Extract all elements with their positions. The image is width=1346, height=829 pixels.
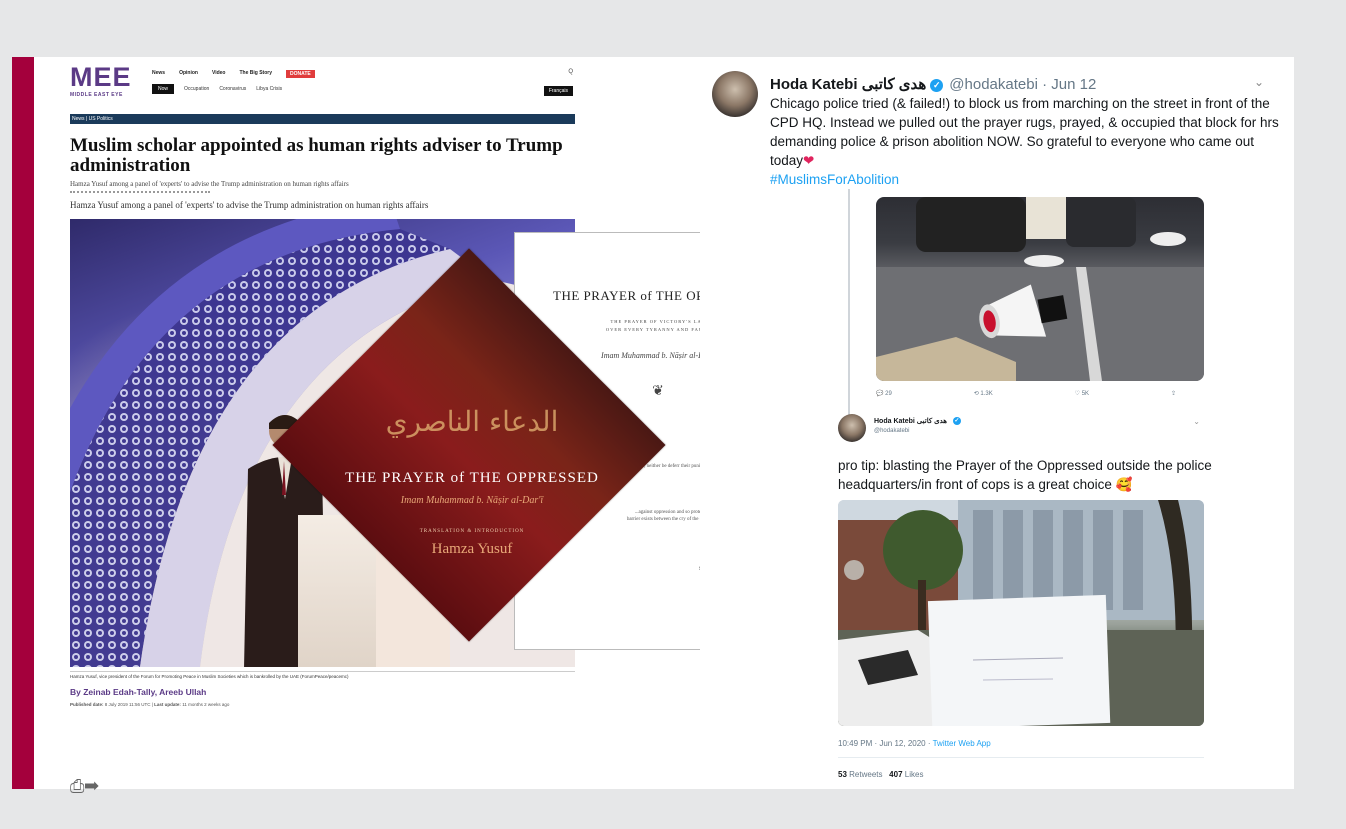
redacted-line (70, 191, 210, 197)
retweet-total[interactable]: 53 (838, 770, 847, 779)
retweet-count: 1.3K (980, 391, 993, 397)
tweet-photo-protest[interactable] (876, 197, 1204, 381)
tweet2-author[interactable]: Hoda Katebi هدى كاتبى ✓ (874, 417, 961, 426)
reply-count: 29 (885, 391, 892, 397)
tweet-time[interactable]: 10:49 PM · Jun 12, 2020 (838, 739, 926, 748)
like-total[interactable]: 407 (889, 770, 902, 779)
published-date: Published date: 8 July 2019 11:56 UTC | … (70, 702, 230, 707)
retweets-label[interactable]: Retweets (849, 770, 882, 779)
nav-news[interactable]: News (152, 70, 165, 78)
retweet-button[interactable]: ⟲ 1.3K (974, 390, 993, 397)
photo-caption: Hamza Yusuf, vice president of the Forum… (70, 671, 575, 679)
like-count: 5K (1081, 391, 1090, 397)
nav-opinion[interactable]: Opinion (179, 70, 198, 78)
tweet-actions: 💬 29 ⟲ 1.3K ♡ 5K ⇪ (876, 390, 1176, 397)
tweet-photo-paper[interactable] (838, 500, 1204, 726)
book-cover-text: الدعاء الناصري THE PRAYER of THE OPPRESS… (322, 375, 622, 575)
heart-emoji: ❤ (803, 153, 815, 168)
search-icon[interactable]: Q (568, 69, 573, 75)
avatar[interactable] (838, 414, 866, 442)
article-subhead: Hamza Yusuf among a panel of 'experts' t… (70, 200, 429, 210)
mee-nav: News Opinion Video The Big Story DONATE (152, 70, 315, 78)
tweet2-text: pro tip: blasting the Prayer of the Oppr… (838, 456, 1218, 494)
tweet-author[interactable]: Hoda Katebi هدى كاتبى ✓ @hodakatebi · Jun … (770, 75, 1096, 93)
divider (838, 757, 1204, 758)
cover-title: THE PRAYER of THE OPPRESSED (345, 470, 599, 486)
street-illustration (838, 500, 1204, 726)
language-button[interactable]: Français (543, 86, 573, 96)
cover-author: Imam Muhammad b. Nāṣir al-Dar'ī (400, 495, 544, 506)
published-label: Published date: (70, 702, 104, 707)
subnav-coronavirus[interactable]: Coronavirus (219, 86, 246, 92)
verified-icon: ✓ (930, 78, 944, 92)
tweet2-body: pro tip: blasting the Prayer of the Oppr… (838, 458, 1212, 492)
subnav-libya[interactable]: Libya Crisis (256, 86, 282, 92)
nav-video[interactable]: Video (212, 70, 226, 78)
like-button[interactable]: ♡ 5K (1075, 390, 1089, 397)
share-icon[interactable]: ⎙➡ (70, 776, 99, 797)
mee-subnav: Now Occupation Coronavirus Libya Crisis (152, 84, 282, 94)
article-subhead-small: Hamza Yusuf among a panel of 'experts' t… (70, 180, 349, 188)
tweet-timestamp: 10:49 PM · Jun 12, 2020 · Twitter Web Ap… (838, 739, 991, 748)
accent-bar (12, 57, 34, 789)
reply-button[interactable]: 💬 29 (876, 390, 892, 397)
protest-illustration (876, 197, 1204, 381)
subnav-occupation[interactable]: Occupation (184, 86, 209, 92)
article-headline: Muslim scholar appointed as human rights… (70, 135, 563, 176)
share-button[interactable]: ⇪ (1171, 390, 1176, 397)
tweet-thread: Hoda Katebi هدى كاتبى ✓ @hodakatebi · Jun … (700, 57, 1294, 789)
author-handle[interactable]: @hodakatebi (874, 428, 909, 434)
breadcrumb[interactable]: News | US Politics (70, 114, 575, 124)
hashtag-link[interactable]: #MuslimsForAbolition (770, 172, 899, 187)
chevron-down-icon[interactable]: ⌄ (1193, 417, 1200, 426)
cover-arabic-title: الدعاء الناصري (385, 405, 559, 438)
likes-label[interactable]: Likes (905, 770, 924, 779)
mee-logo-subtitle: MIDDLE EAST EYE (70, 92, 123, 98)
avatar[interactable] (712, 71, 758, 117)
thread-line (848, 189, 850, 419)
author-name[interactable]: Hoda Katebi هدى كاتبى (874, 418, 947, 425)
tweet-stats: 53 Retweets 407 Likes (838, 770, 923, 779)
mee-logo[interactable]: MEE (70, 64, 132, 91)
byline[interactable]: By Zeinab Edah-Tally, Areeb Ullah (70, 687, 206, 697)
donate-button[interactable]: DONATE (286, 70, 315, 78)
cover-translator: Hamza Yusuf (431, 541, 513, 557)
author-handle[interactable]: @hodakatebi · Jun 12 (949, 76, 1096, 93)
nav-big-story[interactable]: The Big Story (239, 70, 272, 78)
published-value: 8 July 2019 11:56 UTC (104, 702, 151, 707)
updated-value: 11 months 2 weeks ago (182, 702, 230, 707)
updated-label: Last update: (154, 702, 181, 707)
tweet-app-link[interactable]: Twitter Web App (933, 739, 991, 748)
verified-icon: ✓ (952, 417, 961, 426)
cover-translation-label: TRANSLATION & INTRODUCTION (419, 529, 525, 534)
tweet-body: Chicago police tried (& failed!) to bloc… (770, 96, 1279, 168)
tweet-text: Chicago police tried (& failed!) to bloc… (770, 94, 1290, 189)
subnav-now[interactable]: Now (152, 84, 175, 94)
smile-emoji: 🥰 (1115, 477, 1133, 492)
chevron-down-icon[interactable]: ⌄ (1254, 75, 1264, 89)
author-name[interactable]: Hoda Katebi هدى كاتبى (770, 76, 926, 93)
